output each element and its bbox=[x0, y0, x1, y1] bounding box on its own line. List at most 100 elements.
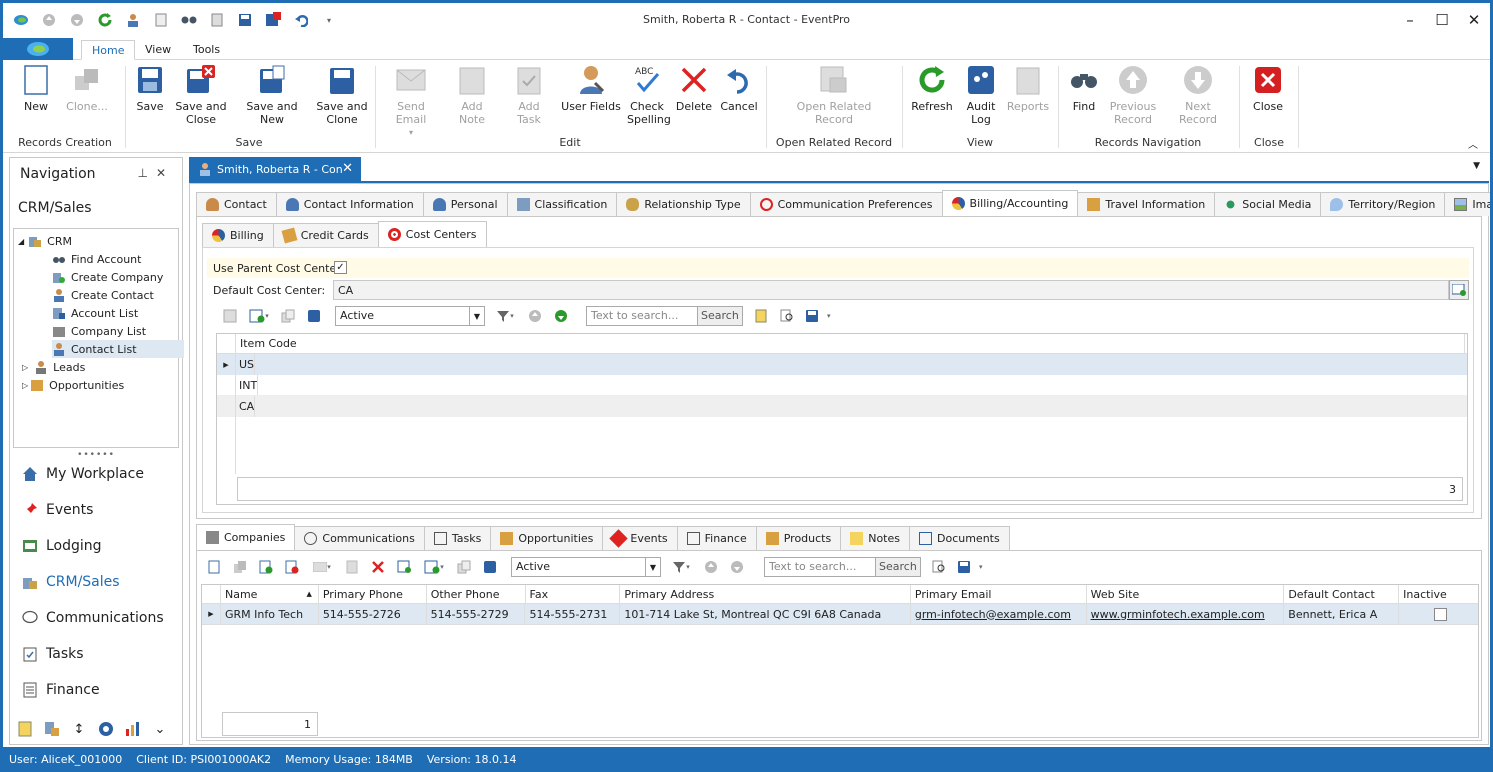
tab-billing[interactable]: Billing bbox=[202, 223, 274, 247]
send-email-button[interactable]: Send Email ▾ bbox=[383, 64, 439, 139]
delete-button[interactable]: Delete bbox=[675, 64, 713, 113]
close-window-icon[interactable]: ✕ bbox=[1458, 3, 1490, 37]
record-info-icon[interactable] bbox=[482, 559, 498, 575]
save-and-clone-button[interactable]: Save and Clone bbox=[315, 64, 369, 126]
tab-communication-preferences[interactable]: Communication Preferences bbox=[749, 192, 943, 216]
export-icon[interactable]: ▾ bbox=[805, 308, 831, 324]
document-tab[interactable]: Smith, Roberta R - Con ✕ bbox=[189, 157, 361, 181]
tree-node-create-contact[interactable]: Create Contact bbox=[52, 286, 154, 304]
search-input[interactable]: Text to search... bbox=[587, 307, 697, 325]
nav-my-workplace[interactable]: My Workplace bbox=[22, 456, 144, 492]
find-in-grid-icon[interactable] bbox=[931, 559, 947, 575]
remove-company-icon[interactable] bbox=[284, 559, 300, 575]
tab-documents[interactable]: Documents bbox=[909, 526, 1010, 550]
tree-node-create-company[interactable]: Create Company bbox=[52, 268, 163, 286]
tree-node-account-list[interactable]: Account List bbox=[52, 304, 138, 322]
tree-node-company-list[interactable]: Company List bbox=[52, 322, 146, 340]
tree-node-contact-list[interactable]: Contact List bbox=[52, 340, 184, 358]
notes-icon[interactable] bbox=[753, 308, 769, 324]
nav-events[interactable]: Events bbox=[22, 492, 93, 528]
notes-icon[interactable] bbox=[16, 720, 34, 738]
cancel-button[interactable]: Cancel bbox=[720, 64, 758, 113]
grid-add-icon[interactable] bbox=[396, 559, 412, 575]
record-info-icon[interactable] bbox=[306, 308, 322, 324]
tab-classification[interactable]: Classification bbox=[506, 192, 618, 216]
table-row[interactable]: INT bbox=[217, 375, 1467, 396]
clone-button[interactable]: Clone... bbox=[65, 64, 109, 113]
filter-icon[interactable]: ▾ bbox=[669, 559, 693, 575]
table-row[interactable]: ▶ US bbox=[217, 354, 1467, 375]
find-in-grid-icon[interactable] bbox=[779, 308, 795, 324]
collapse-ribbon-icon[interactable]: ︿ bbox=[1468, 136, 1478, 151]
sort-arrows-icon[interactable]: ↕ bbox=[70, 720, 88, 738]
column-web-site[interactable]: Web Site bbox=[1087, 585, 1285, 603]
column-primary-address[interactable]: Primary Address bbox=[620, 585, 911, 603]
column-primary-phone[interactable]: Primary Phone bbox=[319, 585, 427, 603]
nav-finance[interactable]: Finance bbox=[22, 672, 100, 708]
tab-products[interactable]: Products bbox=[755, 526, 842, 550]
move-up-icon[interactable] bbox=[703, 559, 719, 575]
move-down-icon[interactable] bbox=[553, 308, 569, 324]
filter-icon[interactable]: ▾ bbox=[493, 308, 517, 324]
table-row[interactable]: CA bbox=[217, 396, 1467, 417]
minimize-icon[interactable]: – bbox=[1394, 3, 1426, 37]
search-button[interactable]: Search bbox=[875, 558, 920, 576]
tab-territory-region[interactable]: Territory/Region bbox=[1320, 192, 1446, 216]
status-filter-combo[interactable]: Active ▼ bbox=[335, 306, 485, 326]
tab-events[interactable]: Events bbox=[602, 526, 678, 550]
lookup-button[interactable] bbox=[1449, 280, 1469, 300]
website-link[interactable]: www.grminfotech.example.com bbox=[1091, 608, 1265, 621]
move-up-icon[interactable] bbox=[527, 308, 543, 324]
column-other-phone[interactable]: Other Phone bbox=[427, 585, 526, 603]
new-button[interactable]: New bbox=[21, 64, 51, 113]
companies-search[interactable]: Text to search... Search bbox=[764, 557, 921, 577]
tab-credit-cards[interactable]: Credit Cards bbox=[272, 223, 379, 247]
save-button[interactable]: Save bbox=[135, 64, 165, 113]
maximize-icon[interactable]: ☐ bbox=[1426, 3, 1458, 37]
column-default-contact[interactable]: Default Contact bbox=[1284, 585, 1400, 603]
close-nav-icon[interactable]: ✕ bbox=[156, 166, 174, 180]
close-tab-icon[interactable]: ✕ bbox=[342, 161, 353, 176]
column-inactive[interactable]: Inactive bbox=[1399, 585, 1478, 603]
ribbon-tab-tools[interactable]: Tools bbox=[183, 40, 230, 60]
check-spelling-button[interactable]: ABC Check Spelling bbox=[627, 64, 671, 126]
tree-node-leads[interactable]: ▷ Leads bbox=[22, 358, 85, 376]
resources-icon[interactable] bbox=[43, 720, 61, 738]
add-company-icon[interactable] bbox=[258, 559, 274, 575]
column-item-code[interactable]: Item Code bbox=[235, 334, 1465, 353]
save-and-close-button[interactable]: Save and Close bbox=[175, 64, 227, 126]
tree-node-find-account[interactable]: Find Account bbox=[52, 250, 141, 268]
reports-button[interactable]: Reports bbox=[1007, 64, 1049, 113]
save-and-new-button[interactable]: Save and New bbox=[235, 64, 309, 126]
nav-communications[interactable]: Communications bbox=[22, 600, 164, 636]
email-icon[interactable]: ▾ bbox=[310, 559, 334, 575]
add-record-icon[interactable]: ▾ bbox=[248, 308, 270, 324]
previous-record-button[interactable]: Previous Record bbox=[1107, 64, 1159, 126]
tab-communications[interactable]: Communications bbox=[294, 526, 425, 550]
search-button[interactable]: Search bbox=[697, 307, 742, 325]
tab-social-media[interactable]: Social Media bbox=[1214, 192, 1322, 216]
globe-icon[interactable] bbox=[97, 720, 115, 738]
add-record-icon[interactable]: ▾ bbox=[422, 559, 446, 575]
user-fields-button[interactable]: User Fields bbox=[561, 64, 621, 113]
audit-log-button[interactable]: Audit Log bbox=[961, 64, 1001, 126]
tab-finance[interactable]: Finance bbox=[676, 526, 757, 550]
add-note-button[interactable]: Add Note bbox=[447, 64, 497, 126]
search-input[interactable]: Text to search... bbox=[765, 558, 875, 576]
nav-crm-sales[interactable]: CRM/Sales bbox=[22, 564, 120, 600]
column-primary-email[interactable]: Primary Email bbox=[911, 585, 1087, 603]
app-menu-button[interactable] bbox=[3, 38, 73, 60]
column-name[interactable]: Name ▲ bbox=[220, 585, 319, 603]
table-row[interactable]: ▶ GRM Info Tech 514-555-2726 514-555-272… bbox=[202, 604, 1478, 625]
copy-icon[interactable] bbox=[280, 308, 296, 324]
cost-centers-search[interactable]: Text to search... Search bbox=[586, 306, 743, 326]
use-parent-cost-center-checkbox[interactable]: ✓ bbox=[334, 261, 347, 274]
ribbon-tab-view[interactable]: View bbox=[135, 40, 181, 60]
email-link[interactable]: grm-infotech@example.com bbox=[915, 608, 1071, 621]
copy-icon[interactable] bbox=[456, 559, 472, 575]
move-down-icon[interactable] bbox=[729, 559, 745, 575]
nav-lodging[interactable]: Lodging bbox=[22, 528, 102, 564]
tab-relationship-type[interactable]: Relationship Type bbox=[616, 192, 751, 216]
companies-status-filter[interactable]: Active ▼ bbox=[511, 557, 661, 577]
delete-icon[interactable] bbox=[370, 559, 386, 575]
